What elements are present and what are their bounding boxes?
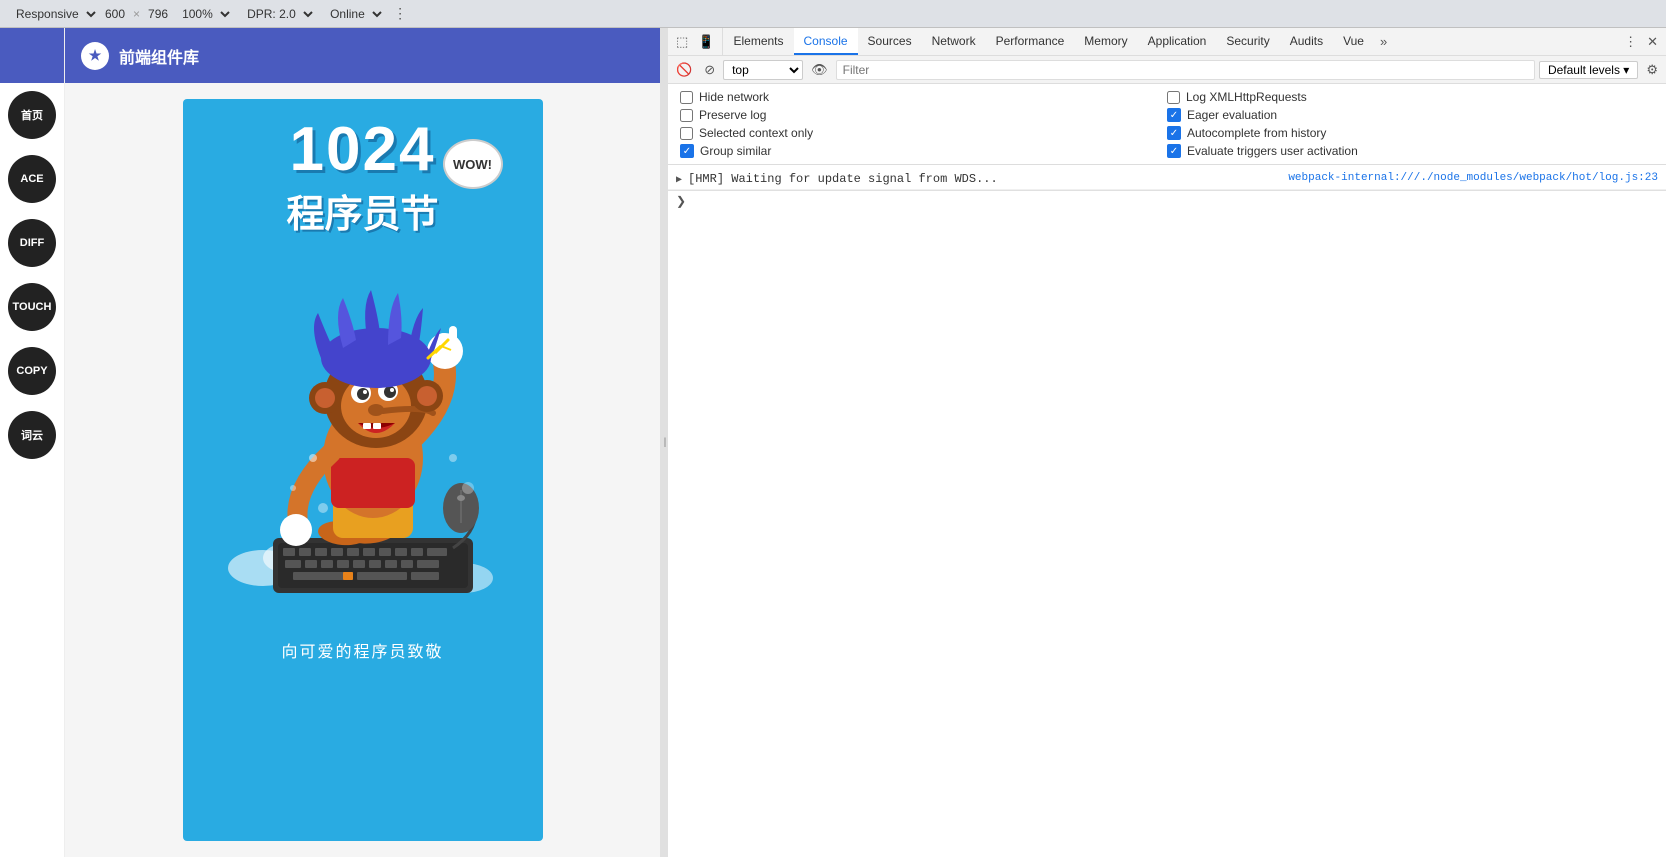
more-options-button[interactable]: ⋮	[391, 3, 409, 24]
devtools-more-button[interactable]: ⋮	[1620, 34, 1641, 50]
sidebar-item-copy[interactable]: COPY	[8, 347, 56, 395]
log-xhr-checkbox[interactable]	[1167, 91, 1180, 104]
app-main: ★ 前端组件库 WOW! 1024 程序员节	[65, 28, 660, 857]
tab-sources[interactable]: Sources	[858, 28, 922, 55]
poster-title: 1024	[290, 119, 436, 181]
eager-eval-checkbox-icon: ✓	[1167, 108, 1181, 122]
inspect-element-button[interactable]: ⬚	[672, 34, 692, 50]
app-container: 首页 ACE DIFF TOUCH COPY 词云	[0, 28, 660, 857]
tab-application[interactable]: Application	[1138, 28, 1217, 55]
autocomplete-history-label: Autocomplete from history	[1187, 126, 1326, 140]
log-levels-button[interactable]: Default levels ▾	[1539, 61, 1638, 79]
devtools-close-button[interactable]: ✕	[1643, 34, 1662, 50]
filter-input[interactable]	[836, 60, 1535, 80]
devtools-tabs-bar: ⬚ 📱 Elements Console Sources Network Per…	[668, 28, 1666, 56]
tab-network[interactable]: Network	[922, 28, 986, 55]
eager-eval-label: Eager evaluation	[1187, 108, 1277, 122]
app-logo: ★	[81, 42, 109, 70]
resize-handle[interactable]	[660, 28, 668, 857]
group-similar-label: Group similar	[700, 144, 771, 158]
sidebar-item-diff[interactable]: DIFF	[8, 219, 56, 267]
online-select[interactable]: Online	[322, 4, 385, 24]
poster-container: WOW! 1024 程序员节	[183, 99, 543, 841]
browser-toolbar: Responsive 600 × 796 100% DPR: 2.0 Onlin…	[0, 0, 1666, 28]
console-log-area: ▶ [HMR] Waiting for update signal from W…	[668, 165, 1666, 857]
tab-console[interactable]: Console	[794, 28, 858, 55]
responsive-select[interactable]: Responsive	[8, 4, 99, 24]
console-toolbar: 🚫 ⊘ top 👁 Default levels ▾ ⚙	[668, 56, 1666, 84]
width-value: 600	[105, 7, 125, 21]
tab-audits[interactable]: Audits	[1280, 28, 1333, 55]
poster-illustration	[213, 258, 513, 618]
context-select[interactable]: top	[723, 60, 803, 80]
settings-left-col: Hide network Preserve log Selected conte…	[680, 90, 1167, 158]
setting-log-xhr: Log XMLHttpRequests	[1167, 90, 1654, 104]
dimension-separator: ×	[133, 7, 140, 21]
selected-context-checkbox[interactable]	[680, 127, 693, 140]
tab-security[interactable]: Security	[1216, 28, 1279, 55]
tab-vue[interactable]: Vue	[1333, 28, 1374, 55]
app-title: 前端组件库	[119, 44, 199, 68]
console-settings-bar: Hide network Preserve log Selected conte…	[668, 84, 1666, 165]
tab-performance[interactable]: Performance	[986, 28, 1075, 55]
zoom-select[interactable]: 100%	[174, 4, 233, 24]
setting-eager-eval: ✓ Eager evaluation	[1167, 108, 1654, 122]
app-header: ★ 前端组件库	[65, 28, 660, 83]
sidebar-item-wordcloud[interactable]: 词云	[8, 411, 56, 459]
evaluate-triggers-label: Evaluate triggers user activation	[1187, 144, 1358, 158]
devtools-right-icons: ⋮ ✕	[1616, 28, 1666, 55]
log-message: [HMR] Waiting for update signal from WDS…	[688, 172, 1288, 186]
devtools-panel: ⬚ 📱 Elements Console Sources Network Per…	[668, 28, 1666, 857]
log-expand-icon[interactable]: ▶	[676, 174, 682, 186]
sidebar-item-ace[interactable]: ACE	[8, 155, 56, 203]
hide-network-label: Hide network	[699, 90, 769, 104]
device-toolbar-button[interactable]: 📱	[694, 34, 718, 50]
poster-wow-bubble: WOW!	[443, 139, 503, 189]
console-gear-button[interactable]: ⚙	[1642, 62, 1662, 78]
devtools-left-icons: ⬚ 📱	[668, 28, 723, 55]
group-similar-checkbox-icon: ✓	[680, 144, 694, 158]
sidebar-item-touch[interactable]: TOUCH	[8, 283, 56, 331]
app-sidebar: 首页 ACE DIFF TOUCH COPY 词云	[0, 28, 65, 857]
webpage-panel: 首页 ACE DIFF TOUCH COPY 词云	[0, 28, 660, 857]
tab-memory[interactable]: Memory	[1074, 28, 1137, 55]
log-xhr-label: Log XMLHttpRequests	[1186, 90, 1307, 104]
console-input[interactable]	[692, 194, 1658, 208]
setting-selected-context: Selected context only	[680, 126, 1167, 140]
console-caret: ❯	[676, 194, 686, 208]
sidebar-item-home[interactable]: 首页	[8, 91, 56, 139]
selected-context-label: Selected context only	[699, 126, 813, 140]
hide-network-checkbox[interactable]	[680, 91, 693, 104]
setting-group-similar: ✓ Group similar	[680, 144, 1167, 158]
dpr-select[interactable]: DPR: 2.0	[239, 4, 316, 24]
clear-console-button[interactable]: 🚫	[672, 60, 696, 80]
console-eye-button[interactable]: 👁	[807, 60, 832, 80]
height-value: 796	[148, 7, 168, 21]
setting-hide-network: Hide network	[680, 90, 1167, 104]
console-settings-button[interactable]: ⊘	[700, 60, 719, 80]
setting-autocomplete-history: ✓ Autocomplete from history	[1167, 126, 1654, 140]
autocomplete-history-checkbox-icon: ✓	[1167, 126, 1181, 140]
log-entry: ▶ [HMR] Waiting for update signal from W…	[668, 169, 1666, 190]
poster-monkey-area	[203, 248, 523, 628]
setting-evaluate-triggers: ✓ Evaluate triggers user activation	[1167, 144, 1654, 158]
tabs-overflow-button[interactable]: »	[1374, 28, 1393, 55]
log-source-link[interactable]: webpack-internal:///./node_modules/webpa…	[1288, 172, 1658, 184]
tab-elements[interactable]: Elements	[723, 28, 793, 55]
evaluate-triggers-checkbox-icon: ✓	[1167, 144, 1181, 158]
main-layout: 首页 ACE DIFF TOUCH COPY 词云	[0, 28, 1666, 857]
console-input-row: ❯	[668, 190, 1666, 211]
settings-right-col: Log XMLHttpRequests ✓ Eager evaluation ✓…	[1167, 90, 1654, 158]
app-content: WOW! 1024 程序员节	[65, 83, 660, 857]
preserve-log-label: Preserve log	[699, 108, 766, 122]
preserve-log-checkbox[interactable]	[680, 109, 693, 122]
poster-bottom-text: 向可爱的程序员致敬	[281, 638, 443, 662]
setting-preserve-log: Preserve log	[680, 108, 1167, 122]
poster-subtitle: 程序员节	[286, 183, 438, 238]
